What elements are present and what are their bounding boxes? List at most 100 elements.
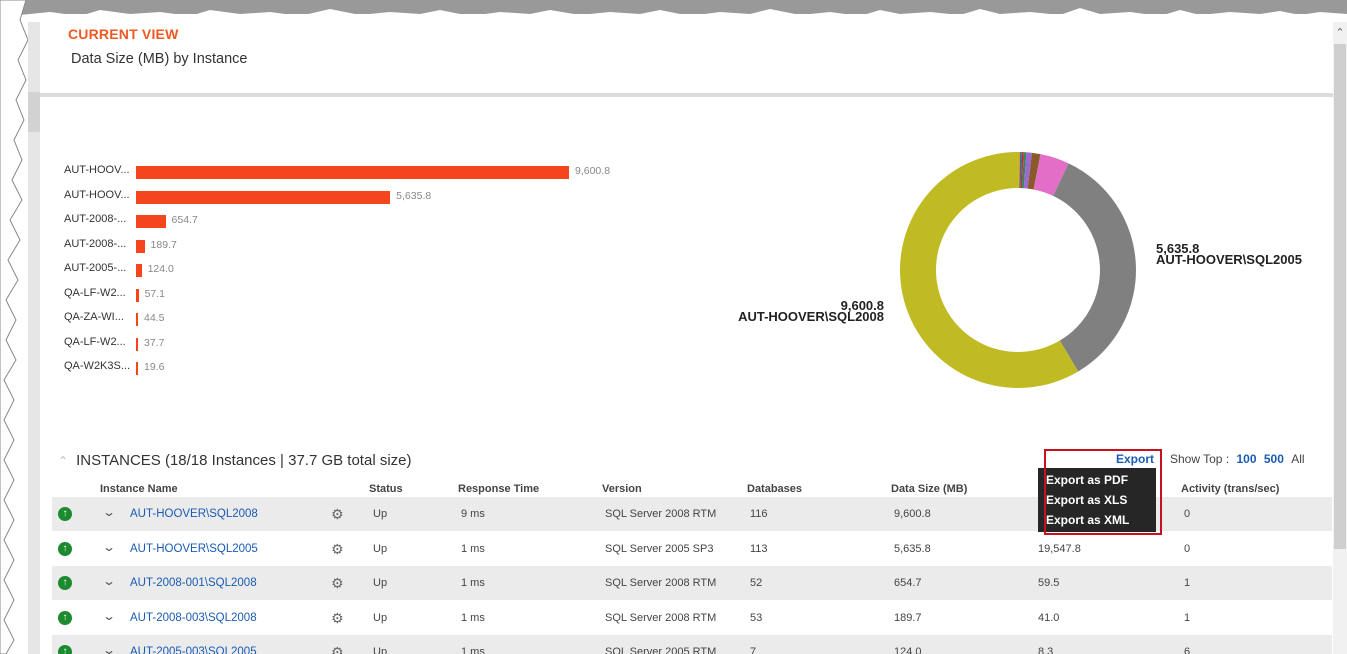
status-up-icon: ↑ — [58, 541, 72, 556]
databases-cell: 52 — [750, 577, 763, 589]
bar-value-label: 124.0 — [147, 263, 174, 275]
bar-category-label: AUT-HOOV... — [64, 164, 130, 176]
status-up-icon: ↑ — [58, 507, 72, 521]
column-header-version[interactable]: Version — [602, 483, 642, 495]
bar-category-label: QA-LF-W2... — [64, 286, 126, 299]
expand-chevron-icon[interactable]: ⌄ — [102, 540, 116, 554]
bar-row: AUT-2008-... 189.7 — [60, 234, 700, 258]
expand-chevron-icon[interactable]: ⌄ — [102, 609, 116, 623]
show-top-100[interactable]: 100 — [1237, 452, 1257, 466]
gear-icon[interactable]: ⚙ — [331, 610, 344, 627]
bar[interactable] — [136, 313, 138, 326]
bar-category-label: AUT-2008-... — [64, 237, 127, 250]
scrollbar-thumb[interactable] — [1334, 44, 1346, 549]
expand-chevron-icon[interactable]: ⌄ — [102, 643, 116, 654]
bar-category-label: AUT-2008-... — [64, 213, 127, 225]
status-up-icon: ↑ — [58, 576, 72, 590]
column-header-databases[interactable]: Databases — [747, 483, 802, 495]
bar[interactable] — [136, 190, 391, 204]
donut-label-name: AUT-HOOVER\SQL2008 — [738, 309, 884, 324]
column-header-activity[interactable]: Activity (trans/sec) — [1181, 483, 1279, 495]
response-time-cell: 1 ms — [461, 646, 485, 654]
header-divider — [40, 93, 1333, 97]
instance-name-link[interactable]: AUT-HOOVER\SQL2008 — [130, 508, 258, 520]
bar-row: AUT-HOOV... 5,635.8 — [60, 185, 700, 209]
left-gutter — [28, 22, 40, 654]
export-highlight-box — [1044, 449, 1162, 535]
databases-cell: 53 — [750, 611, 763, 624]
bar[interactable] — [136, 264, 142, 277]
donut-label-sql2008: 9,600.8 AUT-HOOVER\SQL2008 — [708, 299, 884, 324]
instance-name-link[interactable]: AUT-HOOVER\SQL2005 — [130, 543, 258, 555]
version-cell: SQL Server 2005 SP3 — [605, 542, 714, 555]
column-header-data-size[interactable]: Data Size (MB) — [891, 483, 967, 495]
show-top-500[interactable]: 500 — [1264, 452, 1284, 466]
bar[interactable] — [136, 337, 138, 351]
bar-row: AUT-HOOV... 9,600.8 — [60, 160, 700, 184]
data-size-donut-chart — [890, 142, 1150, 402]
status-cell: Up — [373, 611, 388, 624]
table-row[interactable]: ↑ ⌄ AUT-2008-001\SQL2008 ⚙ Up 1 ms SQL Server … — [52, 566, 1332, 600]
instance-name-link[interactable]: AUT-2005-003\SQL2005 — [130, 646, 257, 654]
activity-cell: 6 — [1184, 646, 1191, 654]
donut-label-sql2005: 5,635.8 AUT-HOOVER\SQL2005 — [1156, 242, 1302, 266]
instance-name-link[interactable]: AUT-2008-003\SQL2008 — [130, 612, 257, 624]
donut-slice[interactable] — [1053, 163, 1136, 372]
data-size-cell: 124.0 — [894, 646, 922, 654]
status-cell: Up — [373, 577, 388, 589]
bar-value-label: 9,600.8 — [575, 165, 611, 177]
activity-cell: 0 — [1184, 542, 1191, 555]
bar-value-label: 5,635.8 — [396, 189, 432, 202]
bar[interactable] — [136, 239, 145, 253]
bar-value-label: 44.5 — [144, 312, 165, 324]
table-row[interactable]: ↑ ⌄ AUT-HOOVER\SQL2005 ⚙ Up 1 ms SQL Server 20… — [52, 532, 1332, 566]
gear-icon[interactable]: ⚙ — [331, 541, 344, 558]
bar[interactable] — [136, 215, 166, 228]
table-row[interactable]: ↑ ⌄ AUT-2008-003\SQL2008 ⚙ Up 1 ms SQL Server … — [52, 601, 1332, 635]
bar-value-label: 19.6 — [144, 361, 165, 373]
column-header-instance-name[interactable]: Instance Name — [100, 483, 178, 495]
view-title: Data Size (MB) by Instance — [71, 51, 248, 67]
column-header-response-time[interactable]: Response Time — [458, 483, 539, 495]
bar[interactable] — [136, 288, 139, 302]
gear-icon[interactable]: ⚙ — [331, 575, 344, 592]
bar-category-label: QA-W2K3S... — [64, 360, 131, 372]
log-size-cell: 41.0 — [1038, 611, 1060, 624]
bar[interactable] — [136, 362, 138, 375]
gear-icon[interactable]: ⚙ — [331, 644, 344, 654]
version-cell: SQL Server 2008 RTM — [605, 577, 717, 589]
response-time-cell: 1 ms — [461, 611, 485, 624]
status-cell: Up — [373, 646, 388, 654]
activity-cell: 1 — [1184, 577, 1191, 589]
show-top-label: Show Top : — [1170, 452, 1230, 466]
bar[interactable] — [136, 166, 569, 179]
expand-chevron-icon[interactable]: ⌄ — [102, 505, 116, 519]
expand-chevron-icon[interactable]: ⌄ — [102, 574, 116, 588]
activity-cell: 0 — [1184, 508, 1191, 520]
table-row[interactable]: ↑ ⌄ AUT-2005-003\SQL2005 ⚙ Up 1 ms SQL Server … — [52, 635, 1332, 654]
instances-header[interactable]: ⌃ INSTANCES (18/18 Instances | 37.7 GB to… — [58, 452, 412, 469]
collapse-caret-icon[interactable]: ⌃ — [58, 454, 68, 468]
version-cell: SQL Server 2005 RTM — [605, 646, 717, 654]
response-time-cell: 1 ms — [461, 577, 485, 589]
gear-icon[interactable]: ⚙ — [331, 506, 344, 523]
activity-cell: 1 — [1184, 611, 1191, 624]
data-size-cell: 654.7 — [894, 577, 922, 589]
column-header-status[interactable]: Status — [369, 483, 403, 495]
show-top-selector: Show Top : 100 500 All — [1170, 452, 1305, 466]
instance-name-link[interactable]: AUT-2008-001\SQL2008 — [130, 577, 257, 589]
show-top-all[interactable]: All — [1291, 452, 1304, 466]
bar-category-label: QA-LF-W2... — [64, 335, 126, 348]
scroll-down-icon[interactable]: ⌄ — [1333, 648, 1347, 654]
bar-row: AUT-2008-... 654.7 — [60, 209, 700, 233]
databases-cell: 116 — [750, 508, 768, 520]
vertical-scrollbar[interactable]: ⌃ ⌄ — [1333, 22, 1347, 654]
bar-value-label: 57.1 — [144, 287, 165, 300]
data-size-cell: 189.7 — [894, 611, 922, 624]
bar-row: QA-LF-W2... 37.7 — [60, 332, 700, 356]
scroll-up-icon[interactable]: ⌃ — [1333, 26, 1347, 40]
bar-value-label: 189.7 — [150, 238, 177, 251]
gutter-notch — [28, 92, 40, 132]
bar-row: QA-ZA-WI... 44.5 — [60, 307, 700, 331]
version-cell: SQL Server 2008 RTM — [605, 611, 717, 624]
